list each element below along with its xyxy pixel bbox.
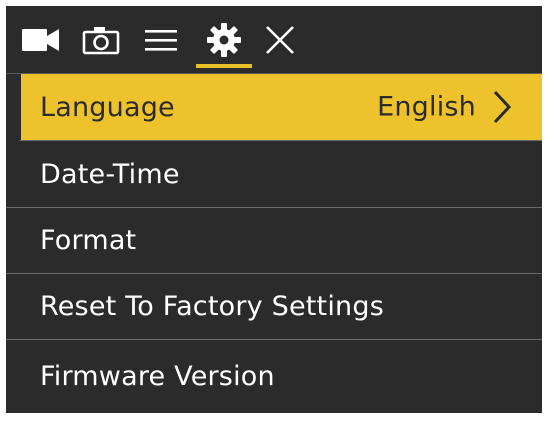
- video-camera-icon: [22, 29, 59, 51]
- menu-item-label: Firmware Version: [40, 360, 275, 392]
- menu-item-language[interactable]: Language English: [18, 74, 542, 141]
- close-icon: [266, 26, 294, 54]
- menu-lines-icon: [145, 30, 177, 51]
- menu-item-label: Date-Time: [40, 158, 180, 190]
- tab-menu[interactable]: [140, 18, 182, 62]
- tab-video[interactable]: [18, 18, 64, 62]
- chevron-right-icon: [493, 90, 512, 124]
- tab-close[interactable]: [260, 18, 300, 62]
- camera-settings-screen: Language English Date-Time Format Reset …: [6, 6, 542, 413]
- menu-item-reset-factory[interactable]: Reset To Factory Settings: [6, 274, 542, 340]
- menu-item-label: Language: [40, 91, 175, 123]
- menu-item-label: Reset To Factory Settings: [40, 291, 384, 322]
- language-value: English: [377, 91, 476, 123]
- mode-tab-bar: [6, 6, 542, 74]
- tab-photo[interactable]: [80, 18, 122, 62]
- menu-item-date-time[interactable]: Date-Time: [6, 141, 542, 208]
- menu-item-format[interactable]: Format: [6, 208, 542, 274]
- photo-camera-icon: [82, 27, 120, 55]
- active-tab-indicator: [196, 64, 252, 68]
- menu-item-firmware-version[interactable]: Firmware Version: [6, 340, 542, 412]
- tab-settings[interactable]: [196, 18, 252, 62]
- settings-menu: Language English Date-Time Format Reset …: [6, 74, 542, 412]
- gear-icon: [207, 23, 241, 57]
- menu-item-label: Format: [40, 225, 137, 256]
